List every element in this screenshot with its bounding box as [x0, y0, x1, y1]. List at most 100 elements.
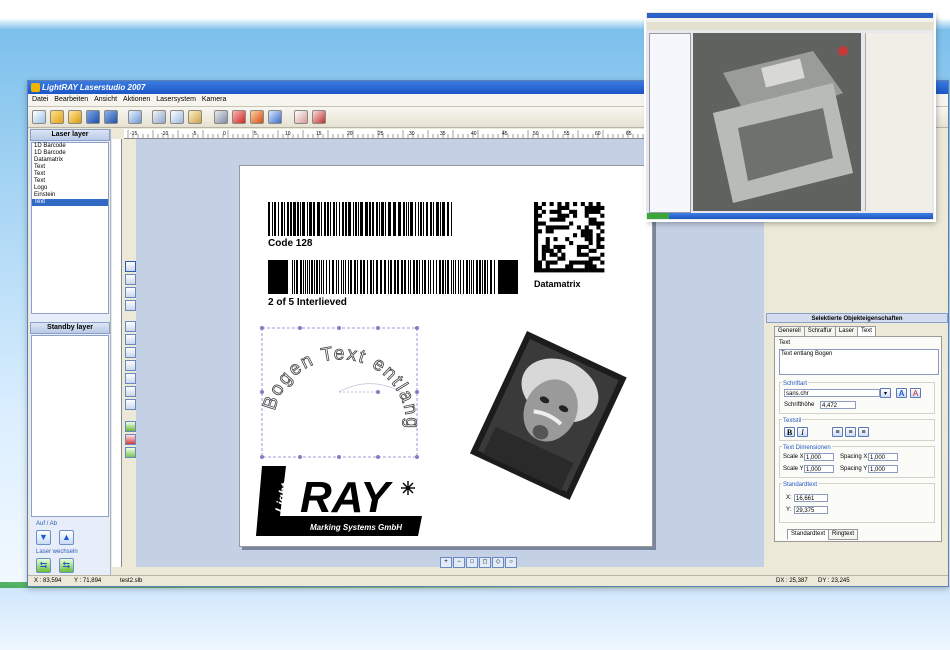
- barcode-bar: [307, 202, 308, 236]
- rect-tool-icon[interactable]: [125, 347, 136, 358]
- laser-switch-1-button[interactable]: ⇆: [36, 558, 51, 573]
- spacing-x-field[interactable]: 1,000: [868, 453, 898, 461]
- list-item[interactable]: Text: [32, 171, 108, 178]
- barcode-bar: [336, 260, 337, 294]
- open-icon[interactable]: [68, 110, 82, 124]
- list-item[interactable]: Text: [32, 178, 108, 185]
- zoom-page-icon[interactable]: ◻: [479, 557, 491, 568]
- select-frame-tool-icon[interactable]: [125, 261, 136, 272]
- align-right-icon[interactable]: ≡: [858, 427, 869, 437]
- align-center-icon[interactable]: ≡: [845, 427, 856, 437]
- list-item[interactable]: 1D Barcode: [32, 150, 108, 157]
- menu-aktionen[interactable]: Aktionen: [123, 94, 150, 106]
- zoom-fit-icon[interactable]: □: [466, 557, 478, 568]
- align-icon[interactable]: [268, 110, 282, 124]
- interleaved-barcode[interactable]: [268, 260, 518, 294]
- image-tool-icon[interactable]: [125, 399, 136, 410]
- crosshair-tool-icon[interactable]: [125, 300, 136, 311]
- open-folder-icon[interactable]: [50, 110, 64, 124]
- list-item[interactable]: Logo: [32, 185, 108, 192]
- datamatrix-cell: [600, 205, 605, 210]
- laser-switch-2-button[interactable]: ⇆: [58, 558, 74, 573]
- new-icon[interactable]: [32, 110, 46, 124]
- copy-icon[interactable]: [170, 110, 184, 124]
- font-dropdown-icon[interactable]: ▾: [880, 388, 891, 398]
- line-tool-icon[interactable]: [125, 334, 136, 345]
- barcode-bar: [357, 260, 358, 294]
- laser-icon[interactable]: [232, 110, 246, 124]
- list-item[interactable]: Text: [32, 164, 108, 171]
- zoom-out-icon[interactable]: −: [453, 557, 465, 568]
- text-tool-icon[interactable]: [125, 373, 136, 384]
- font-size-icon[interactable]: A: [896, 388, 907, 398]
- barcode-bar: [342, 202, 344, 236]
- code128-barcode[interactable]: [268, 202, 452, 236]
- barcode-bar: [469, 260, 470, 294]
- italic-button[interactable]: I: [797, 427, 808, 437]
- add-tool-icon[interactable]: [125, 421, 136, 432]
- barcode-bar: [394, 260, 396, 294]
- barcode-bar: [290, 202, 292, 236]
- group-tool-icon[interactable]: [125, 447, 136, 458]
- datamatrix-code[interactable]: [534, 202, 605, 273]
- menu-kamera[interactable]: Kamera: [202, 94, 227, 106]
- properties-icon[interactable]: [128, 110, 142, 124]
- ruler-label: 65: [626, 131, 632, 137]
- y-field[interactable]: 29,375: [794, 506, 828, 514]
- barcode-bar: [498, 260, 518, 294]
- grid2-tool-icon[interactable]: [125, 287, 136, 298]
- font-color-icon[interactable]: A: [910, 388, 921, 398]
- barcode-bar: [471, 260, 472, 294]
- move-up-button[interactable]: ▲: [58, 530, 74, 545]
- camera-stop-icon[interactable]: [312, 110, 326, 124]
- zoom-select-icon[interactable]: ◇: [492, 557, 504, 568]
- schrifthoehe-field[interactable]: 4,472: [820, 401, 856, 409]
- move-down-button[interactable]: ▼: [36, 530, 51, 545]
- camera-icon[interactable]: [294, 110, 308, 124]
- barcode-bar: [413, 260, 415, 294]
- text-value-field[interactable]: Text entlang Bogen: [779, 349, 939, 375]
- font-select[interactable]: sans.chr: [784, 389, 880, 397]
- list-item-selected[interactable]: Text: [32, 199, 108, 206]
- x-field[interactable]: 16,661: [794, 494, 828, 502]
- datamatrix-cell: [534, 209, 539, 214]
- save-icon[interactable]: [86, 110, 100, 124]
- barcode-tool-icon[interactable]: [125, 386, 136, 397]
- list-item[interactable]: Datamatrix: [32, 157, 108, 164]
- standby-layer-list[interactable]: [31, 335, 109, 517]
- menu-lasersystem[interactable]: Lasersystem: [156, 94, 196, 106]
- lightray-logo[interactable]: Light RAY Marking Systems GmbH: [256, 466, 422, 536]
- einstein-photo[interactable]: [469, 331, 627, 500]
- tab-standardtext[interactable]: Standardtext: [787, 529, 830, 540]
- marker-icon[interactable]: [250, 110, 264, 124]
- ruler-label: 50: [533, 131, 539, 137]
- menu-datei[interactable]: Datei: [32, 94, 48, 106]
- align-left-icon[interactable]: ≡: [832, 427, 843, 437]
- status-file: test2.slb: [120, 578, 143, 584]
- menu-bearbeiten[interactable]: Bearbeiten: [54, 94, 88, 106]
- tab-ringtext[interactable]: Ringtext: [828, 529, 859, 540]
- delete-tool-icon[interactable]: [125, 434, 136, 445]
- scale-y-field[interactable]: 1,000: [804, 465, 834, 473]
- list-item[interactable]: 1D Barcode: [32, 143, 108, 150]
- paste-icon[interactable]: [188, 110, 202, 124]
- arc-text[interactable]: Bogen Text entlang: [259, 343, 422, 431]
- scale-x-field[interactable]: 1,000: [804, 453, 834, 461]
- list-item[interactable]: Einstein: [32, 192, 108, 199]
- pointer-tool-icon[interactable]: [125, 321, 136, 332]
- datamatrix-cell: [569, 221, 574, 226]
- zoom-reset-icon[interactable]: ○: [505, 557, 517, 568]
- cut-icon[interactable]: [152, 110, 166, 124]
- save-as-icon[interactable]: [104, 110, 118, 124]
- grid-tool-icon[interactable]: [125, 274, 136, 285]
- ellipse-tool-icon[interactable]: [125, 360, 136, 371]
- laser-layer-list[interactable]: 1D Barcode 1D Barcode Datamatrix Text Te…: [31, 142, 109, 314]
- design-page[interactable]: Code 128 2 of 5 Interlieved Datamatrix B…: [239, 165, 653, 547]
- menu-ansicht[interactable]: Ansicht: [94, 94, 117, 106]
- zoom-in-icon[interactable]: +: [440, 557, 452, 568]
- laser-edit-icon[interactable]: [214, 110, 228, 124]
- barcode-bar: [410, 202, 413, 236]
- barcode-bar: [360, 202, 363, 236]
- bold-button[interactable]: B: [784, 427, 795, 437]
- spacing-y-field[interactable]: 1,000: [868, 465, 898, 473]
